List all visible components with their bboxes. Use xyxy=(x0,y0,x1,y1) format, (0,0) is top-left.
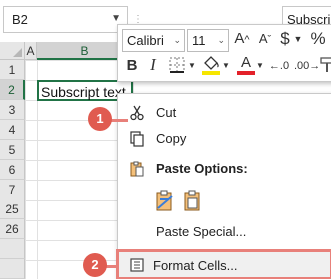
bold-icon: B xyxy=(126,57,138,74)
chevron-down-icon[interactable]: ⌄ xyxy=(217,30,225,51)
paste-options-header: Paste Options: xyxy=(118,157,331,181)
borders-icon xyxy=(169,57,185,73)
font-color-dropdown[interactable]: ▼ xyxy=(256,56,264,78)
row-header-3[interactable]: 3 xyxy=(0,100,25,120)
chevron-down-icon: ▼ xyxy=(222,61,230,70)
decrease-decimal-icon: .00→ xyxy=(294,60,321,72)
select-all-button[interactable] xyxy=(0,42,25,60)
increase-font-size-button[interactable]: A^ xyxy=(232,29,252,51)
chevron-down-icon[interactable]: ▼ xyxy=(111,13,121,24)
menu-item-label: Format Cells... xyxy=(153,258,238,273)
chevron-down-icon: ▼ xyxy=(293,34,303,44)
mini-toolbar: Calibri ⌄ 11 ⌄ A^ Aˇ $ ▼ % B I ▼ ▼ A ▼ ←… xyxy=(117,24,331,82)
cell-b2-text: Subscript text xyxy=(41,84,126,100)
menu-item-cut[interactable]: Cut xyxy=(118,101,331,125)
fill-color-button[interactable] xyxy=(200,54,222,76)
font-name-value: Calibri xyxy=(127,33,164,48)
callout-1: 1 xyxy=(88,107,112,131)
font-size-value: 11 xyxy=(192,33,206,48)
format-cells-icon xyxy=(130,258,144,272)
clipboard-icon xyxy=(130,161,144,177)
menu-item-paste-special[interactable]: Paste Special... xyxy=(118,220,331,244)
percent-icon: % xyxy=(310,29,326,48)
fill-color-dropdown[interactable]: ▼ xyxy=(222,56,230,78)
copy-icon xyxy=(130,131,144,147)
row-header-27[interactable] xyxy=(0,239,25,259)
menu-item-format-cells[interactable]: Format Cells... xyxy=(116,249,331,279)
format-painter-icon xyxy=(320,57,331,72)
italic-button[interactable]: I xyxy=(146,55,160,77)
percent-format-button[interactable]: % xyxy=(308,29,328,51)
row-header-1[interactable]: 1 xyxy=(0,60,25,80)
shrink-font-icon: A xyxy=(258,31,268,46)
font-color-button[interactable]: A xyxy=(236,54,256,76)
menu-item-label: Paste Special... xyxy=(156,224,247,239)
row-header-5[interactable]: 5 xyxy=(0,140,25,160)
row-header-6[interactable]: 6 xyxy=(0,160,25,180)
decrease-decimal-button[interactable]: .00→ xyxy=(294,56,320,78)
row-header-7[interactable]: 7 xyxy=(0,180,25,200)
font-color-icon: A xyxy=(240,54,251,71)
format-painter-button[interactable] xyxy=(318,56,331,78)
callout-2: 2 xyxy=(83,253,107,277)
grow-font-icon: A xyxy=(234,30,245,47)
currency-dropdown[interactable]: ▼ xyxy=(293,29,303,51)
borders-button[interactable] xyxy=(166,56,188,78)
row-header-25[interactable]: 25 xyxy=(0,199,25,219)
paste-values-icon[interactable] xyxy=(182,190,204,212)
chevron-down-icon: ▼ xyxy=(188,61,196,70)
paste-option-buttons xyxy=(154,190,214,214)
chevron-down-icon: ▼ xyxy=(256,61,264,70)
row-header-4[interactable]: 4 xyxy=(0,120,25,140)
font-name-dropdown[interactable]: Calibri ⌄ xyxy=(122,29,185,52)
scissors-icon xyxy=(130,105,144,121)
row-header-2[interactable]: 2 xyxy=(0,80,25,100)
menu-item-label: Copy xyxy=(156,131,187,146)
name-box[interactable]: B2 ▼ xyxy=(3,6,128,33)
currency-format-button[interactable]: $ xyxy=(278,29,292,51)
row-header-26[interactable]: 26 xyxy=(0,219,25,239)
name-box-value: B2 xyxy=(12,12,28,27)
row-header-28[interactable] xyxy=(0,259,25,279)
dollar-icon: $ xyxy=(280,29,290,48)
font-size-dropdown[interactable]: 11 ⌄ xyxy=(187,29,229,52)
chevron-down-icon[interactable]: ⌄ xyxy=(173,30,181,51)
italic-icon: I xyxy=(150,55,156,74)
borders-dropdown[interactable]: ▼ xyxy=(188,56,196,78)
increase-decimal-icon: ←.0 xyxy=(268,60,290,72)
caret-down-icon: ˇ xyxy=(267,34,272,46)
paint-bucket-icon xyxy=(202,56,220,75)
caret-up-icon: ^ xyxy=(244,34,250,46)
column-header-a[interactable]: A xyxy=(25,42,37,60)
paste-icon[interactable] xyxy=(154,190,176,212)
decrease-font-size-button[interactable]: Aˇ xyxy=(255,29,275,51)
menu-item-label: Cut xyxy=(156,105,177,120)
bold-button[interactable]: B xyxy=(124,56,140,78)
font-color-swatch xyxy=(237,71,255,75)
menu-item-copy[interactable]: Copy xyxy=(118,127,331,151)
paste-options-label: Paste Options: xyxy=(156,161,248,176)
increase-decimal-button[interactable]: ←.0 xyxy=(268,56,290,78)
